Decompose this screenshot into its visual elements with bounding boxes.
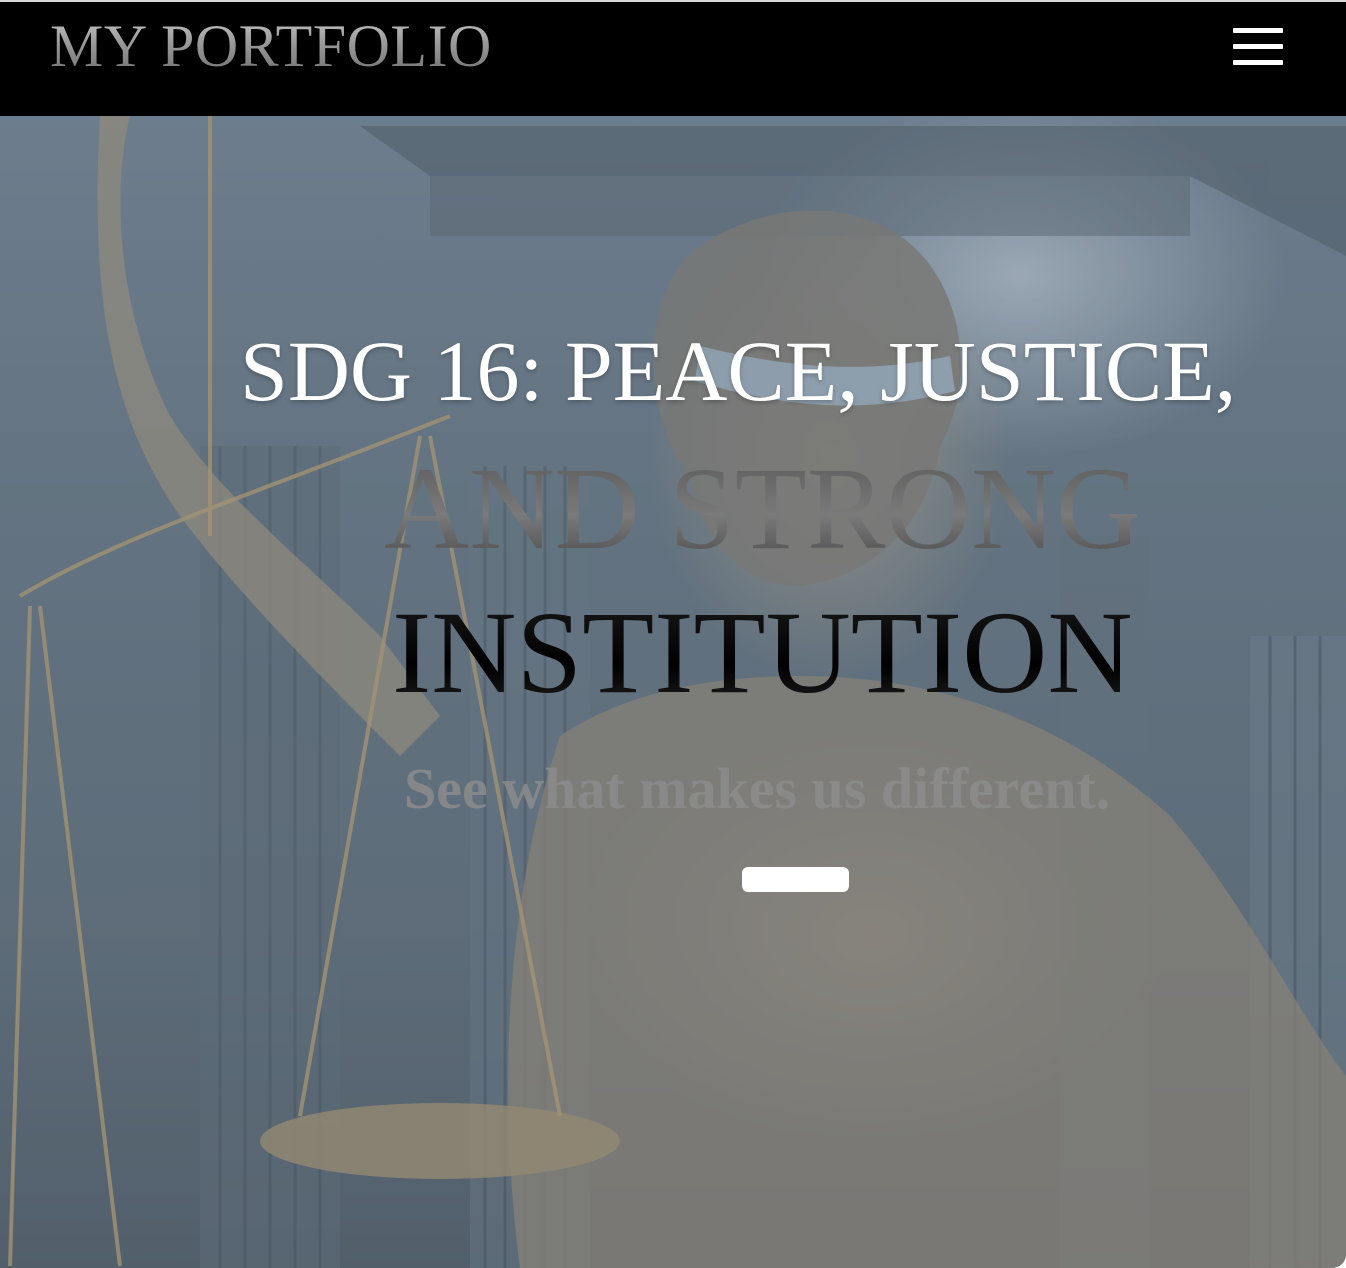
hero-cta-button[interactable] — [742, 867, 849, 892]
hero-tagline: See what makes us different. — [404, 756, 1111, 821]
menu-bar-line — [1233, 60, 1283, 65]
brand-title[interactable]: MY PORTFOLIO — [50, 10, 492, 82]
menu-bar-line — [1233, 44, 1283, 49]
hamburger-menu-icon[interactable] — [1226, 20, 1290, 74]
hero-section: SDG 16: PEACE, JUSTICE, AND STRONG INSTI… — [0, 116, 1346, 1268]
hero-headline-line-1: SDG 16: PEACE, JUSTICE, — [240, 323, 1237, 419]
page: MY PORTFOLIO SDG 16: PEACE, JUSTICE, AND… — [0, 0, 1346, 1268]
menu-bar-line — [1233, 28, 1283, 33]
top-navigation-bar: MY PORTFOLIO — [0, 0, 1346, 116]
hero-headline-line-3: INSTITUTION — [392, 587, 1133, 718]
hero-headline-line-2: AND STRONG — [384, 443, 1142, 574]
